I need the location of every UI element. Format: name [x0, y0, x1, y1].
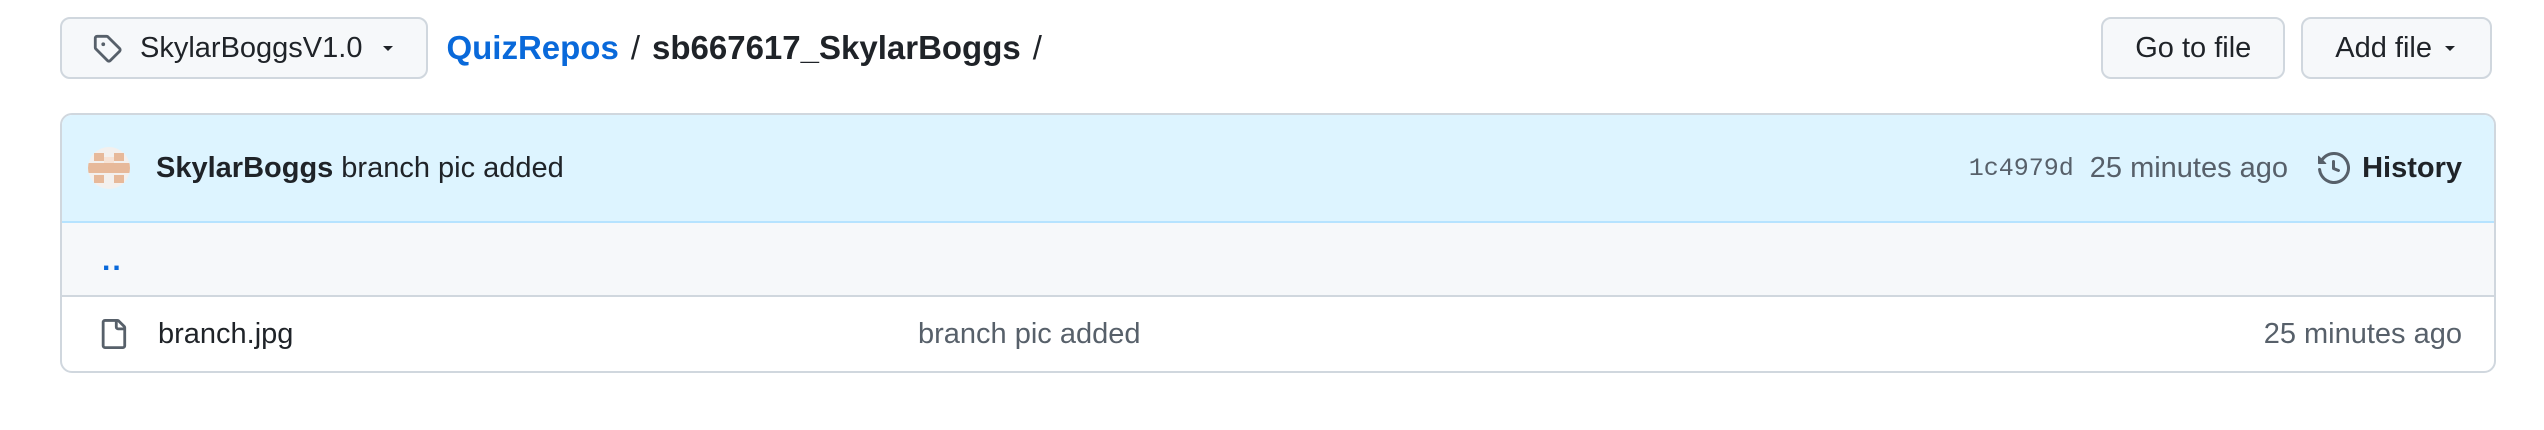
go-to-file-label: Go to file	[2135, 31, 2252, 64]
commit-time: 25 minutes ago	[2089, 151, 2289, 184]
file-commit-time: 25 minutes ago	[2263, 317, 2462, 350]
add-file-label: Add file	[2335, 31, 2432, 64]
breadcrumb: QuizRepos / sb667617_SkylarBoggs /	[446, 29, 1053, 67]
commit-sha-link[interactable]: 1c4979d	[1969, 154, 2074, 183]
commit-author-link[interactable]: SkylarBoggs	[156, 152, 333, 185]
breadcrumb-trailing-separator: /	[1032, 29, 1042, 66]
commit-message-link[interactable]: branch pic added	[341, 152, 564, 185]
history-label: History	[2362, 151, 2462, 184]
breadcrumb-separator: /	[630, 29, 640, 66]
tag-icon	[92, 31, 126, 65]
latest-commit-bar: SkylarBoggs branch pic added 1c4979d 25 …	[62, 115, 2494, 223]
history-link[interactable]: History	[2318, 151, 2462, 185]
breadcrumb-current-directory: sb667617_SkylarBoggs	[652, 29, 1021, 66]
file-actions: Go to file Add file	[2101, 17, 2492, 79]
file-name-link[interactable]: branch.jpg	[158, 318, 918, 351]
branch-selector-button[interactable]: SkylarBoggsV1.0	[60, 17, 429, 79]
file-icon	[98, 317, 132, 351]
parent-directory-row[interactable]: ..	[62, 223, 2494, 297]
file-navigation-bar: SkylarBoggsV1.0 QuizRepos / sb667617_Sky…	[60, 16, 2492, 80]
page: SkylarBoggsV1.0 QuizRepos / sb667617_Sky…	[0, 0, 2544, 430]
commit-meta: 1c4979d 25 minutes ago History	[1969, 151, 2462, 185]
table-row[interactable]: branch.jpg branch pic added 25 minutes a…	[62, 297, 2494, 371]
add-file-button[interactable]: Add file	[2301, 17, 2492, 79]
file-commit-message-link[interactable]: branch pic added	[918, 318, 1141, 351]
file-list-box: SkylarBoggs branch pic added 1c4979d 25 …	[60, 113, 2496, 373]
breadcrumb-repo-link[interactable]: QuizRepos	[446, 29, 618, 67]
branch-selector-label: SkylarBoggsV1.0	[140, 31, 363, 64]
history-icon	[2318, 151, 2352, 185]
chevron-down-icon	[2442, 40, 2458, 56]
parent-directory-link[interactable]: ..	[102, 244, 123, 278]
avatar[interactable]	[88, 147, 130, 189]
go-to-file-button[interactable]: Go to file	[2101, 17, 2286, 79]
chevron-down-icon	[380, 39, 398, 57]
